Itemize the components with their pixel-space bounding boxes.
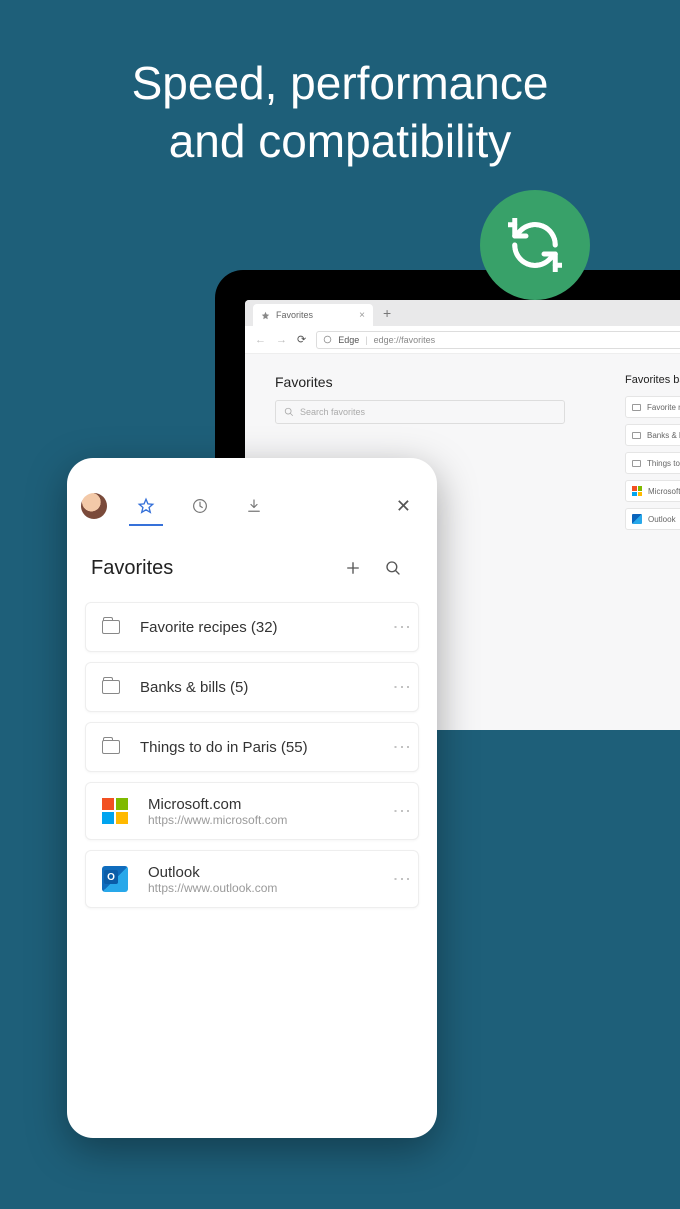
avatar[interactable] (81, 493, 107, 519)
search-button[interactable] (373, 548, 413, 588)
star-icon (137, 497, 155, 515)
download-icon (245, 497, 263, 515)
favorite-folder[interactable]: Banks & bills (5) ⋮ (85, 662, 419, 712)
folder-icon (102, 620, 120, 634)
microsoft-icon (632, 486, 642, 496)
browser-toolbar: ← → ⟳ Edge | edge://favorites (245, 326, 680, 354)
tab-strip: Favorites × + (245, 300, 680, 326)
refresh-button[interactable]: ⟳ (297, 333, 306, 346)
back-button[interactable]: ← (255, 334, 266, 346)
address-scheme: Edge (338, 335, 359, 345)
sync-icon (508, 218, 562, 272)
history-icon (191, 497, 209, 515)
sidebar-item-label: Outlook (648, 515, 676, 524)
tab-downloads[interactable] (227, 486, 281, 526)
headline-line2: and compatibility (0, 113, 680, 171)
headline-line1: Speed, performance (0, 55, 680, 113)
address-path: edge://favorites (374, 335, 436, 345)
outlook-icon (632, 514, 642, 524)
folder-icon (632, 432, 641, 439)
tab-history[interactable] (173, 486, 227, 526)
sidebar-item-label: Banks & bills (647, 431, 680, 440)
sidebar-item-label: Microsoft (648, 487, 680, 496)
phone-frame: ✕ Favorites Favorite recipes (32) ⋮ Bank… (67, 458, 437, 1138)
sync-badge (480, 190, 590, 300)
plus-icon (344, 559, 362, 577)
search-favorites-input[interactable]: Search favorites (275, 400, 565, 424)
more-button[interactable]: ⋮ (396, 678, 408, 696)
folder-icon (102, 740, 120, 754)
folder-icon (102, 680, 120, 694)
phone-top-tabs: ✕ (81, 486, 423, 526)
search-icon (384, 559, 402, 577)
sidebar-item[interactable]: Banks & bills (625, 424, 680, 446)
phone-title: Favorites (91, 557, 173, 580)
star-icon (261, 311, 270, 320)
favorites-list: Favorite recipes (32) ⋮ Banks & bills (5… (81, 602, 423, 908)
sidebar-item-label: Things to do in Paris (647, 459, 680, 468)
favorite-label: Banks & bills (5) (140, 679, 376, 696)
browser-tab[interactable]: Favorites × (253, 304, 373, 326)
favorite-label: Favorite recipes (32) (140, 619, 376, 636)
add-button[interactable] (333, 548, 373, 588)
more-button[interactable]: ⋮ (396, 618, 408, 636)
new-tab-button[interactable]: + (373, 305, 401, 321)
search-icon (284, 407, 294, 417)
more-button[interactable]: ⋮ (396, 802, 408, 820)
folder-icon (632, 404, 641, 411)
sidebar-item[interactable]: Favorite recipes (625, 396, 680, 418)
favorite-folder[interactable]: Favorite recipes (32) ⋮ (85, 602, 419, 652)
outlook-icon (102, 866, 128, 892)
headline: Speed, performance and compatibility (0, 0, 680, 170)
more-button[interactable]: ⋮ (396, 738, 408, 756)
close-tab-icon[interactable]: × (359, 310, 365, 321)
close-button[interactable]: ✕ (384, 496, 423, 517)
search-placeholder: Search favorites (300, 407, 365, 417)
page-title: Favorites (275, 374, 565, 390)
forward-button[interactable]: → (276, 334, 287, 346)
favorite-label: Things to do in Paris (55) (140, 739, 376, 756)
favorite-url: https://www.outlook.com (148, 881, 376, 895)
favorite-title: Microsoft.com (148, 796, 376, 813)
favorite-url: https://www.microsoft.com (148, 813, 376, 827)
sidebar-item-label: Favorite recipes (647, 403, 680, 412)
folder-icon (632, 460, 641, 467)
more-button[interactable]: ⋮ (396, 870, 408, 888)
favorite-title: Outlook (148, 864, 376, 881)
sidebar-item[interactable]: Things to do in Paris (625, 452, 680, 474)
sidebar-item[interactable]: Outlook (625, 508, 680, 530)
edge-icon (323, 335, 332, 344)
favorite-site[interactable]: Outlook https://www.outlook.com ⋮ (85, 850, 419, 908)
favorite-site[interactable]: Microsoft.com https://www.microsoft.com … (85, 782, 419, 840)
sidebar-item[interactable]: Microsoft (625, 480, 680, 502)
sidebar-heading: Favorites bar (625, 374, 680, 386)
address-bar[interactable]: Edge | edge://favorites (316, 331, 680, 349)
tab-favorites[interactable] (119, 486, 173, 526)
favorite-folder[interactable]: Things to do in Paris (55) ⋮ (85, 722, 419, 772)
microsoft-icon (102, 798, 128, 824)
tab-title: Favorites (276, 310, 313, 320)
